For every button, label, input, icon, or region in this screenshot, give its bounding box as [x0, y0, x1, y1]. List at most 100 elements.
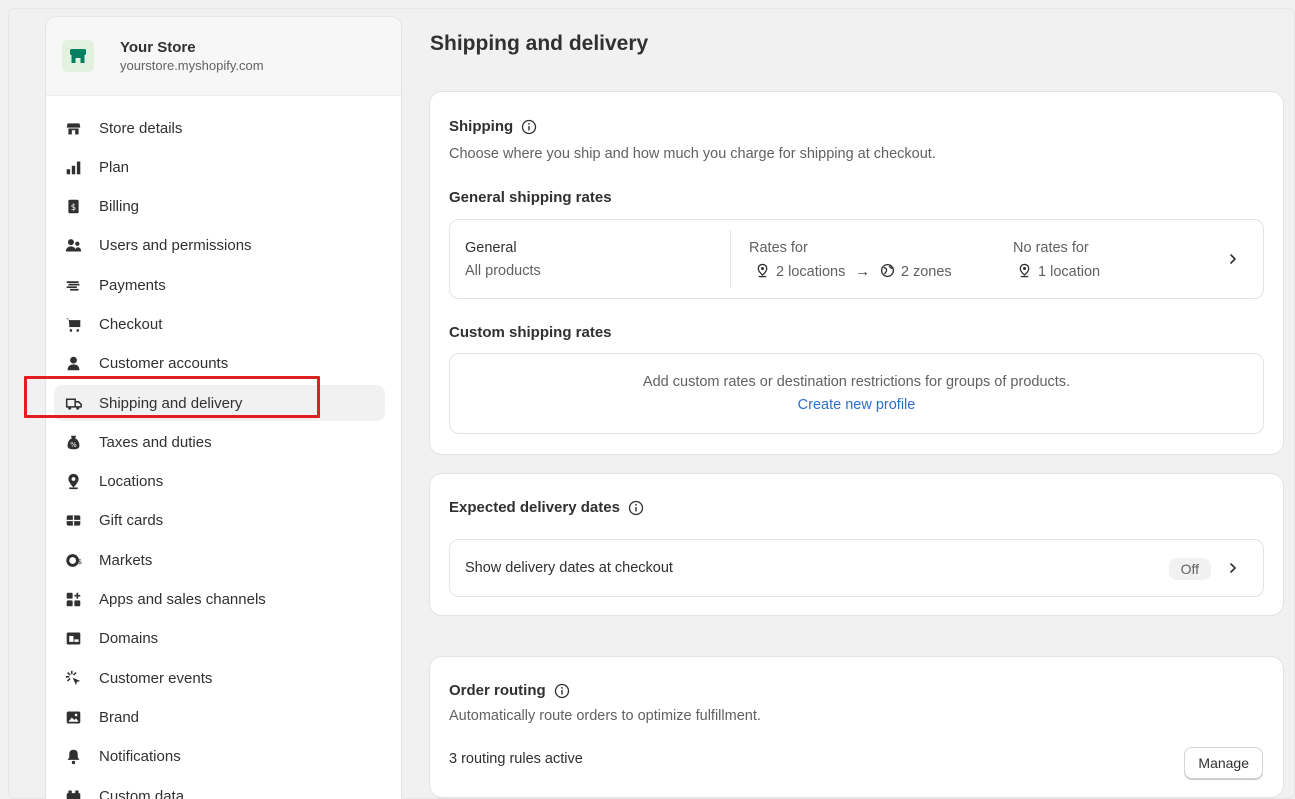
sidebar-item-label: Payments: [99, 276, 166, 294]
info-icon[interactable]: [628, 500, 644, 516]
routing-rules-status: 3 routing rules active: [449, 751, 583, 767]
sidebar-item-label: Checkout: [99, 315, 163, 333]
general-rates-heading: General shipping rates: [449, 189, 612, 206]
globe-icon: [880, 263, 894, 278]
sidebar-item-label: Customer accounts: [99, 355, 229, 373]
custom-rates-text: Add custom rates or destination restrict…: [642, 374, 1071, 390]
sidebar-item-payments[interactable]: Payments: [54, 267, 385, 303]
sidebar-item-label: Locations: [99, 473, 164, 491]
shipping-card: Shipping Choose where you ship and how m…: [430, 92, 1283, 454]
plan-icon: [63, 157, 83, 177]
payments-icon: [63, 275, 83, 295]
sidebar-item-users[interactable]: Users and permissions: [54, 228, 385, 264]
store-logo-icon: [62, 40, 94, 72]
users-icon: [63, 236, 83, 256]
sidebar-item-domains[interactable]: Domains: [54, 621, 385, 657]
store-icon: [63, 118, 83, 138]
sidebar-item-label: Brand: [99, 708, 140, 726]
sidebar-item-label: Markets: [99, 551, 153, 569]
order-routing-title: Order routing: [449, 682, 546, 699]
order-routing-card: Order routing Automatically route orders…: [430, 657, 1283, 797]
locations-count: 2 locations: [776, 264, 846, 280]
delivery-dates-title: Expected delivery dates: [449, 499, 620, 516]
sidebar-item-checkout[interactable]: Checkout: [54, 306, 385, 342]
tax-icon: %: [63, 432, 83, 452]
apps-icon: [63, 590, 83, 610]
delivery-dates-heading: Expected delivery dates: [449, 499, 644, 516]
general-profile-name: General: [465, 240, 517, 256]
sidebar-item-label: Apps and sales channels: [99, 591, 266, 609]
info-icon[interactable]: [554, 683, 570, 699]
bell-icon: [63, 747, 83, 767]
zones-count: 2 zones: [900, 264, 952, 280]
sidebar-item-markets[interactable]: $ Markets: [54, 542, 385, 578]
sidebar-item-notifications[interactable]: Notifications: [54, 739, 385, 775]
chevron-right-icon[interactable]: [1227, 253, 1239, 265]
sidebar-item-locations[interactable]: Locations: [54, 464, 385, 500]
cart-icon: [63, 314, 83, 334]
location-icon: [63, 472, 83, 492]
general-profile-row[interactable]: General All products Rates for 2 locatio…: [449, 219, 1264, 299]
shipping-description: Choose where you ship and how much you c…: [449, 146, 936, 162]
sidebar-item-label: Store details: [99, 119, 183, 137]
sidebar-item-label: Gift cards: [99, 512, 164, 530]
no-rates-label: No rates for: [1013, 240, 1089, 256]
brand-icon: [63, 707, 83, 727]
no-rates-count: 1 location: [1038, 264, 1101, 280]
delivery-dates-row[interactable]: Show delivery dates at checkout Off: [449, 539, 1264, 597]
order-routing-description: Automatically route orders to optimize f…: [449, 708, 761, 724]
sidebar-item-plan[interactable]: Plan: [54, 149, 385, 185]
create-profile-link[interactable]: Create new profile: [450, 397, 1263, 413]
custom-rates-box: Add custom rates or destination restrict…: [449, 353, 1264, 434]
delivery-dates-card: Expected delivery dates Show delivery da…: [430, 474, 1283, 615]
custom-data-icon: [63, 786, 83, 799]
manage-button[interactable]: Manage: [1184, 747, 1263, 779]
sidebar-item-label: Taxes and duties: [99, 433, 212, 451]
sidebar-item-store-details[interactable]: Store details: [54, 110, 385, 146]
sidebar-item-taxes[interactable]: % Taxes and duties: [54, 424, 385, 460]
shipping-title: Shipping: [449, 118, 514, 135]
divider: [730, 230, 731, 288]
svg-text:%: %: [70, 441, 77, 449]
no-rates-value: 1 location: [1017, 263, 1100, 280]
sidebar-item-gift-cards[interactable]: Gift cards: [54, 503, 385, 539]
chevron-right-icon[interactable]: [1227, 562, 1239, 574]
sidebar-item-label: Plan: [99, 158, 130, 176]
gift-card-icon: [63, 511, 83, 531]
rates-for-value: 2 locations → 2 zones: [755, 263, 952, 280]
truck-icon: [63, 393, 83, 413]
rates-for-label: Rates for: [749, 240, 808, 256]
domains-icon: [63, 629, 83, 649]
status-badge: Off: [1168, 558, 1211, 580]
custom-rates-heading: Custom shipping rates: [449, 324, 612, 341]
sidebar-item-customer-accounts[interactable]: Customer accounts: [54, 346, 385, 382]
general-profile-subtitle: All products: [465, 263, 541, 279]
svg-text:$: $: [70, 203, 75, 213]
sidebar-item-label: Domains: [99, 630, 159, 648]
markets-icon: $: [63, 550, 83, 570]
person-icon: [63, 354, 83, 374]
events-icon: [63, 668, 83, 688]
sidebar-item-label: Notifications: [99, 748, 181, 766]
settings-sidebar: Your Store yourstore.myshopify.com Store…: [46, 17, 401, 799]
page-title: Shipping and delivery: [430, 32, 649, 55]
sidebar-item-custom-data[interactable]: Custom data: [54, 778, 385, 799]
info-icon[interactable]: [521, 119, 537, 135]
sidebar-item-label: Billing: [99, 198, 140, 216]
sidebar-item-brand[interactable]: Brand: [54, 699, 385, 735]
delivery-dates-label: Show delivery dates at checkout: [465, 560, 673, 576]
location-pin-icon: [757, 263, 768, 278]
store-switcher[interactable]: Your Store yourstore.myshopify.com: [46, 17, 401, 96]
sidebar-item-label: Customer events: [99, 669, 213, 687]
svg-text:$: $: [77, 558, 81, 566]
store-name: Your Store: [120, 39, 196, 56]
sidebar-item-billing[interactable]: $ Billing: [54, 189, 385, 225]
sidebar-item-customer-events[interactable]: Customer events: [54, 660, 385, 696]
sidebar-item-label: Custom data: [99, 787, 185, 799]
sidebar-item-shipping[interactable]: Shipping and delivery: [54, 385, 385, 422]
sidebar-item-apps[interactable]: Apps and sales channels: [54, 582, 385, 618]
store-url: yourstore.myshopify.com: [120, 58, 264, 73]
sidebar-item-label: Users and permissions: [99, 237, 252, 255]
settings-nav: Store details Plan $ Billing Users and p…: [46, 96, 401, 799]
arrow-right-icon: →: [855, 264, 870, 280]
